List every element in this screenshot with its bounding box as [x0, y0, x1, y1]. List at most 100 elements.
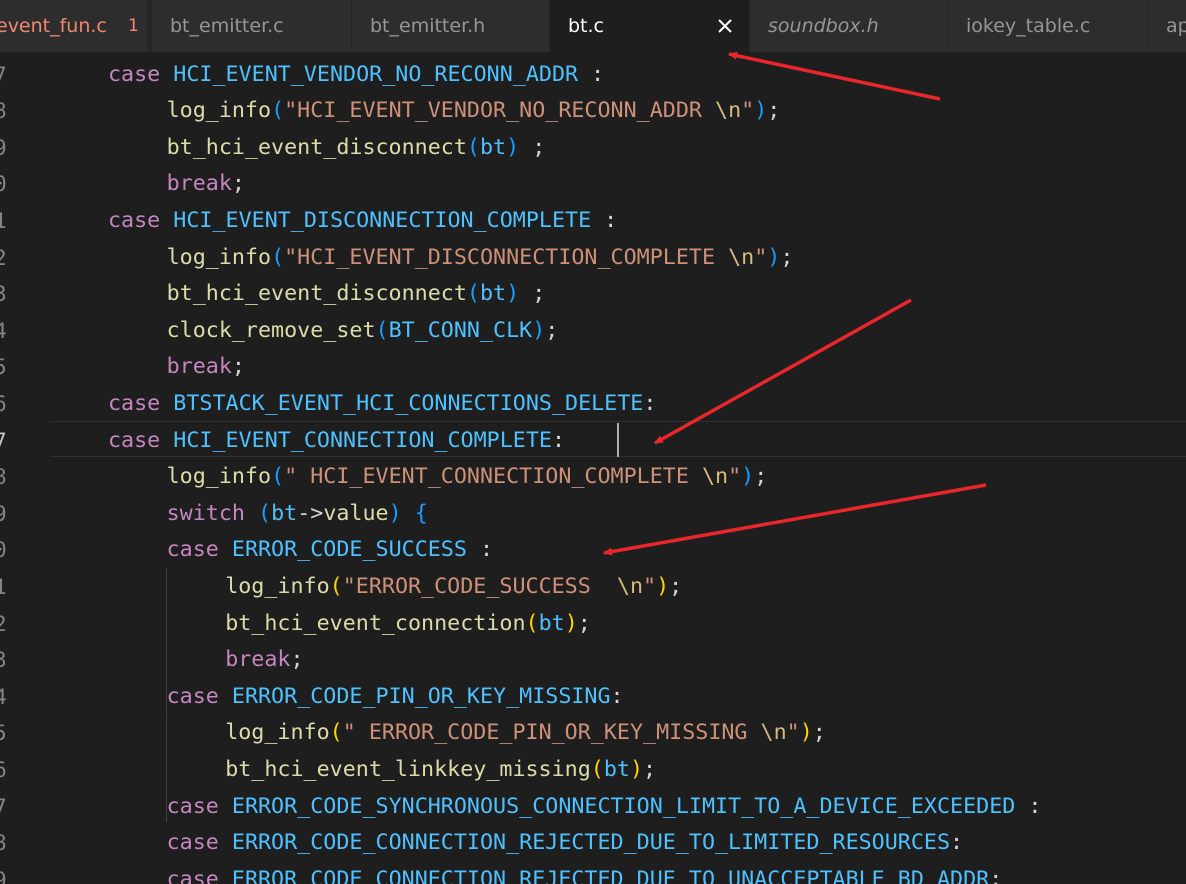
code-token: (	[271, 464, 285, 490]
code-token: case	[166, 830, 219, 856]
tab-soundbox-h[interactable]: soundbox.h	[750, 0, 948, 52]
tab-label: event_fun.c	[0, 15, 107, 37]
code-line-text: case ERROR_CODE_PIN_OR_KEY_MISSING:	[167, 679, 624, 716]
code-token: \n	[616, 573, 644, 599]
code-line[interactable]: case ERROR_CODE_CONNECTION_REJECTED_DUE_…	[0, 862, 1186, 884]
code-line-text: bt_hci_event_disconnect(bt) ;	[167, 130, 546, 167]
code-line[interactable]: case HCI_EVENT_VENDOR_NO_RECONN_ADDR :	[0, 57, 1186, 94]
code-line[interactable]: bt_hci_event_disconnect(bt) ;	[0, 130, 1186, 167]
code-token: bt	[479, 134, 507, 160]
code-line[interactable]: log_info(" HCI_EVENT_CONNECTION_COMPLETE…	[0, 459, 1186, 496]
code-token: ;	[519, 134, 546, 160]
code-token: log_info	[225, 573, 330, 599]
code-token: (	[466, 134, 480, 160]
code-token: ERROR_CODE_SYNCHRONOUS_CONNECTION_LIMIT_…	[231, 793, 1016, 819]
code-token: log_info	[166, 244, 272, 270]
code-token: ERROR_CODE_CONNECTION_REJECTED_DUE_TO_LI…	[231, 830, 951, 856]
code-line[interactable]: bt_hci_event_linkkey_missing(bt);	[0, 752, 1186, 789]
code-token: BT_CONN_CLK	[388, 317, 533, 343]
code-token: break	[166, 354, 232, 380]
code-token: (	[258, 500, 272, 526]
tab-iokey-table-c[interactable]: iokey_table.c	[948, 0, 1148, 52]
code-line-text: case ERROR_CODE_CONNECTION_REJECTED_DUE_…	[167, 825, 964, 862]
tab-label: soundbox.h	[768, 15, 879, 37]
code-line[interactable]: case HCI_EVENT_DISCONNECTION_COMPLETE :	[0, 203, 1186, 240]
code-token: " HCI_EVENT_CONNECTION_COMPLETE	[284, 464, 702, 490]
code-token: )	[629, 756, 644, 782]
code-line-text: break;	[225, 642, 303, 679]
code-line[interactable]: log_info("ERROR_CODE_SUCCESS \n");	[0, 569, 1186, 606]
code-editor[interactable]: case HCI_EVENT_VENDOR_NO_RECONN_ADDR : lo…	[0, 52, 1186, 884]
code-line[interactable]: case BTSTACK_EVENT_HCI_CONNECTIONS_DELET…	[0, 386, 1186, 423]
code-token: )	[564, 610, 578, 636]
code-token: (	[329, 573, 343, 599]
code-token: "	[754, 244, 768, 270]
code-token: ;	[643, 756, 657, 782]
code-line[interactable]: case HCI_EVENT_CONNECTION_COMPLETE:	[0, 423, 1186, 460]
code-token: "	[728, 464, 742, 490]
code-line[interactable]: case ERROR_CODE_CONNECTION_REJECTED_DUE_…	[0, 825, 1186, 862]
code-line[interactable]: case ERROR_CODE_SUCCESS :	[0, 532, 1186, 569]
code-token: ;	[545, 317, 559, 343]
tab-event-fun-c[interactable]: event_fun.c 1	[0, 0, 148, 52]
code-token: :	[591, 207, 618, 233]
code-token: ;	[754, 464, 768, 490]
code-token: case	[166, 793, 219, 819]
code-token: )	[767, 244, 781, 270]
code-line-text: log_info("HCI_EVENT_DISCONNECTION_COMPLE…	[167, 240, 794, 277]
code-line[interactable]: break;	[0, 349, 1186, 386]
code-line[interactable]: log_info("HCI_EVENT_DISCONNECTION_COMPLE…	[0, 240, 1186, 277]
code-line-text: break;	[167, 349, 245, 386]
code-token: case	[166, 537, 219, 563]
code-line[interactable]: clock_remove_set(BT_CONN_CLK);	[0, 313, 1186, 350]
code-token: (	[466, 281, 480, 307]
code-line[interactable]: case ERROR_CODE_SYNCHRONOUS_CONNECTION_L…	[0, 789, 1186, 826]
tab-bt-c[interactable]: bt.c	[550, 0, 750, 52]
code-token: case	[108, 390, 161, 416]
code-token: case	[108, 61, 161, 87]
code-token: HCI_EVENT_CONNECTION_COMPLETE	[173, 427, 552, 453]
code-token: "	[741, 98, 755, 124]
code-token: BTSTACK_EVENT_HCI_CONNECTIONS_DELETE	[173, 390, 644, 416]
code-line[interactable]: switch (bt->value) {	[0, 496, 1186, 533]
code-token: :	[950, 830, 964, 856]
code-token: (	[590, 756, 604, 782]
close-icon[interactable]	[712, 13, 738, 39]
code-token: HCI_EVENT_DISCONNECTION_COMPLETE	[173, 207, 592, 233]
code-line[interactable]: break;	[0, 642, 1186, 679]
tab-bt-emitter-h[interactable]: bt_emitter.h	[352, 0, 550, 52]
code-line-text: log_info(" HCI_EVENT_CONNECTION_COMPLETE…	[167, 459, 768, 496]
tab-label: bt_emitter.h	[370, 15, 486, 37]
code-token: case	[108, 427, 161, 453]
code-token: :	[989, 866, 1003, 884]
code-line[interactable]: bt_hci_event_disconnect(bt) ;	[0, 276, 1186, 313]
code-token: )	[506, 281, 520, 307]
code-line[interactable]: bt_hci_event_connection(bt);	[0, 606, 1186, 643]
tab-label: bt_emitter.c	[170, 15, 284, 37]
code-token: ERROR_CODE_CONNECTION_REJECTED_DUE_TO_UN…	[231, 866, 990, 884]
code-line[interactable]: log_info("HCI_EVENT_VENDOR_NO_RECONN_ADD…	[0, 93, 1186, 130]
code-token: (	[375, 317, 389, 343]
tab-bt-emitter-c[interactable]: bt_emitter.c	[152, 0, 352, 52]
code-token: \n	[760, 720, 787, 746]
code-line[interactable]: log_info(" ERROR_CODE_PIN_OR_KEY_MISSING…	[0, 715, 1186, 752]
code-line[interactable]: case ERROR_CODE_PIN_OR_KEY_MISSING:	[0, 679, 1186, 716]
code-line-text: log_info("HCI_EVENT_VENDOR_NO_RECONN_ADD…	[167, 93, 781, 130]
code-line-text: bt_hci_event_linkkey_missing(bt);	[225, 752, 656, 789]
code-token: bt	[271, 500, 298, 526]
tab-ap[interactable]: ap	[1148, 0, 1186, 52]
code-line[interactable]: break;	[0, 166, 1186, 203]
code-token: (	[271, 244, 285, 270]
code-token: bt	[538, 610, 565, 636]
code-token: )	[754, 98, 768, 124]
code-token: (	[525, 610, 539, 636]
code-line-text: case HCI_EVENT_VENDOR_NO_RECONN_ADDR :	[108, 57, 604, 94]
